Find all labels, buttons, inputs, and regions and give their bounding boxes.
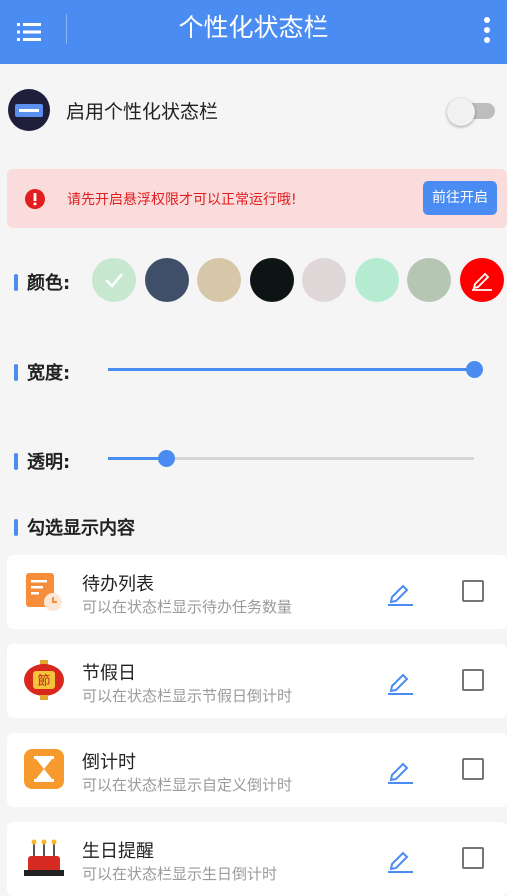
- enable-status-bar-row: 启用个性化状态栏: [0, 84, 507, 136]
- warning-text: 请先开启悬浮权限才可以正常运行哦!: [67, 192, 297, 208]
- item-title: 节假日: [82, 663, 136, 684]
- color-swatch[interactable]: [145, 258, 189, 302]
- content-section-label: 勾选显示内容: [14, 514, 135, 540]
- width-label: 宽度:: [14, 359, 70, 385]
- more-options-icon[interactable]: [477, 16, 497, 44]
- edit-icon: [472, 272, 492, 291]
- item-subtitle: 可以在状态栏显示节假日倒计时: [82, 687, 293, 705]
- item-subtitle: 可以在状态栏显示待办任务数量: [82, 598, 293, 616]
- color-swatch[interactable]: [460, 258, 504, 302]
- opacity-label: 透明:: [14, 448, 70, 474]
- slider-thumb[interactable]: [158, 450, 176, 467]
- content-section-label-text: 勾选显示内容: [27, 518, 135, 539]
- hourglass-icon: [24, 749, 64, 789]
- opacity-label-text: 透明:: [27, 452, 71, 473]
- list-item-countdown: 倒计时 可以在状态栏显示自定义倒计时: [7, 733, 507, 807]
- todo-list-icon: [26, 573, 62, 611]
- item-title: 倒计时: [82, 752, 136, 773]
- enable-toggle[interactable]: [447, 98, 495, 126]
- check-icon: [105, 273, 123, 288]
- edit-icon[interactable]: [386, 756, 414, 784]
- status-bar-app-icon: [8, 89, 50, 131]
- item-checkbox[interactable]: [462, 758, 484, 780]
- color-swatch[interactable]: [302, 258, 346, 302]
- lantern-text: 節: [37, 674, 50, 689]
- label-accent-bar: [14, 364, 18, 381]
- list-item-todo: 待办列表 可以在状态栏显示待办任务数量: [7, 555, 507, 629]
- color-swatch[interactable]: [92, 258, 136, 302]
- item-title: 待办列表: [82, 574, 154, 595]
- item-title: 生日提醒: [82, 841, 154, 862]
- opacity-slider[interactable]: [108, 449, 474, 469]
- app-bar: 个性化状态栏: [0, 0, 507, 64]
- edit-icon[interactable]: [386, 578, 414, 606]
- list-item-birthday: 生日提醒 可以在状态栏显示生日倒计时: [7, 822, 507, 896]
- width-slider[interactable]: [108, 360, 483, 380]
- birthday-cake-icon: [24, 839, 64, 876]
- slider-thumb[interactable]: [465, 361, 483, 378]
- item-checkbox[interactable]: [462, 847, 484, 869]
- color-swatch[interactable]: [355, 258, 399, 302]
- label-accent-bar: [14, 453, 18, 470]
- toggle-knob: [447, 98, 475, 126]
- alert-icon: [25, 189, 45, 209]
- width-label-text: 宽度:: [27, 363, 71, 384]
- color-label-text: 颜色:: [27, 273, 71, 294]
- color-swatch[interactable]: [250, 258, 294, 302]
- permission-warning-banner: 请先开启悬浮权限才可以正常运行哦! 前往开启: [7, 169, 507, 228]
- item-checkbox[interactable]: [462, 669, 484, 691]
- page-title: 个性化状态栏: [178, 13, 329, 42]
- open-permission-button[interactable]: 前往开启: [423, 181, 497, 215]
- color-label: 颜色:: [14, 269, 70, 295]
- label-accent-bar: [14, 274, 18, 291]
- label-accent-bar: [14, 519, 18, 536]
- list-item-holiday: 節 节假日 可以在状态栏显示节假日倒计时: [7, 644, 507, 718]
- edit-icon[interactable]: [386, 667, 414, 695]
- item-subtitle: 可以在状态栏显示生日倒计时: [82, 865, 278, 883]
- holiday-lantern-icon: 節: [24, 660, 64, 700]
- item-subtitle: 可以在状态栏显示自定义倒计时: [82, 776, 293, 794]
- color-swatch[interactable]: [407, 258, 451, 302]
- item-checkbox[interactable]: [462, 580, 484, 602]
- slider-fill: [108, 368, 474, 371]
- color-swatch[interactable]: [197, 258, 241, 302]
- enable-label: 启用个性化状态栏: [66, 101, 219, 123]
- edit-icon[interactable]: [386, 845, 414, 873]
